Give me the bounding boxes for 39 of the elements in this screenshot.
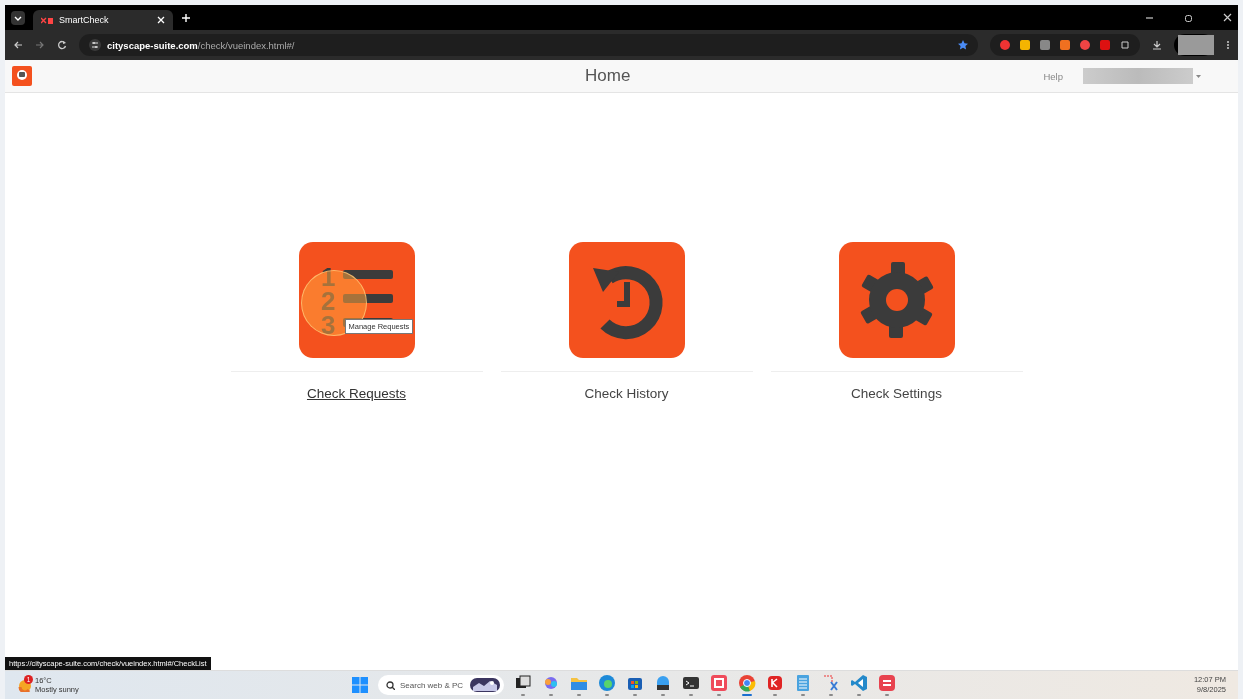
tile-link[interactable]: Check Settings (851, 386, 942, 401)
tab-list-icon[interactable] (11, 10, 25, 25)
reload-icon[interactable] (57, 40, 67, 50)
start-icon[interactable] (352, 677, 368, 693)
stripes-app-icon[interactable] (878, 674, 896, 692)
scissors-icon[interactable] (822, 674, 840, 692)
back-icon[interactable] (13, 40, 23, 50)
tab-title: SmartCheck (59, 15, 110, 25)
tile-link[interactable]: Check Requests (306, 386, 407, 401)
site-info-icon[interactable] (89, 39, 101, 51)
browser-icon[interactable] (738, 674, 756, 692)
swirl-app-icon[interactable] (542, 674, 560, 692)
page-title: Home (584, 66, 632, 86)
office-app-icon[interactable] (710, 674, 728, 692)
address-bar[interactable]: cityscape-suite.com/check/vueindex.html#/ (79, 34, 978, 56)
search-icon (386, 680, 395, 690)
close-window-icon[interactable] (1223, 13, 1232, 22)
site-favicon-icon (41, 15, 53, 25)
forward-icon[interactable] (35, 40, 45, 50)
more-menu-icon[interactable] (1226, 40, 1230, 50)
download-icon[interactable] (1152, 40, 1162, 50)
new-tab-icon[interactable] (181, 12, 191, 23)
browser-tab[interactable]: SmartCheck (33, 10, 173, 30)
history-icon[interactable] (568, 242, 685, 358)
settings-icon[interactable] (838, 242, 955, 358)
bookmark-star-icon[interactable] (958, 40, 968, 50)
url-text: cityscape-suite.com/check/vueindex.html#/ (107, 39, 296, 51)
terminal-icon[interactable] (682, 674, 700, 692)
close-icon[interactable] (157, 16, 165, 24)
extensions-icon[interactable] (1120, 40, 1130, 50)
caret-icon[interactable] (1196, 74, 1201, 78)
help-link[interactable]: Help (1043, 70, 1063, 82)
tile-link[interactable]: Check History (584, 386, 669, 401)
browser-icon[interactable] (598, 674, 616, 692)
search-field[interactable]: Search web & PC (378, 675, 504, 695)
app-logo-icon[interactable] (12, 66, 32, 86)
k-app-icon[interactable] (766, 674, 784, 692)
restore-icon[interactable] (1184, 13, 1193, 22)
code-editor-icon[interactable] (850, 674, 868, 692)
